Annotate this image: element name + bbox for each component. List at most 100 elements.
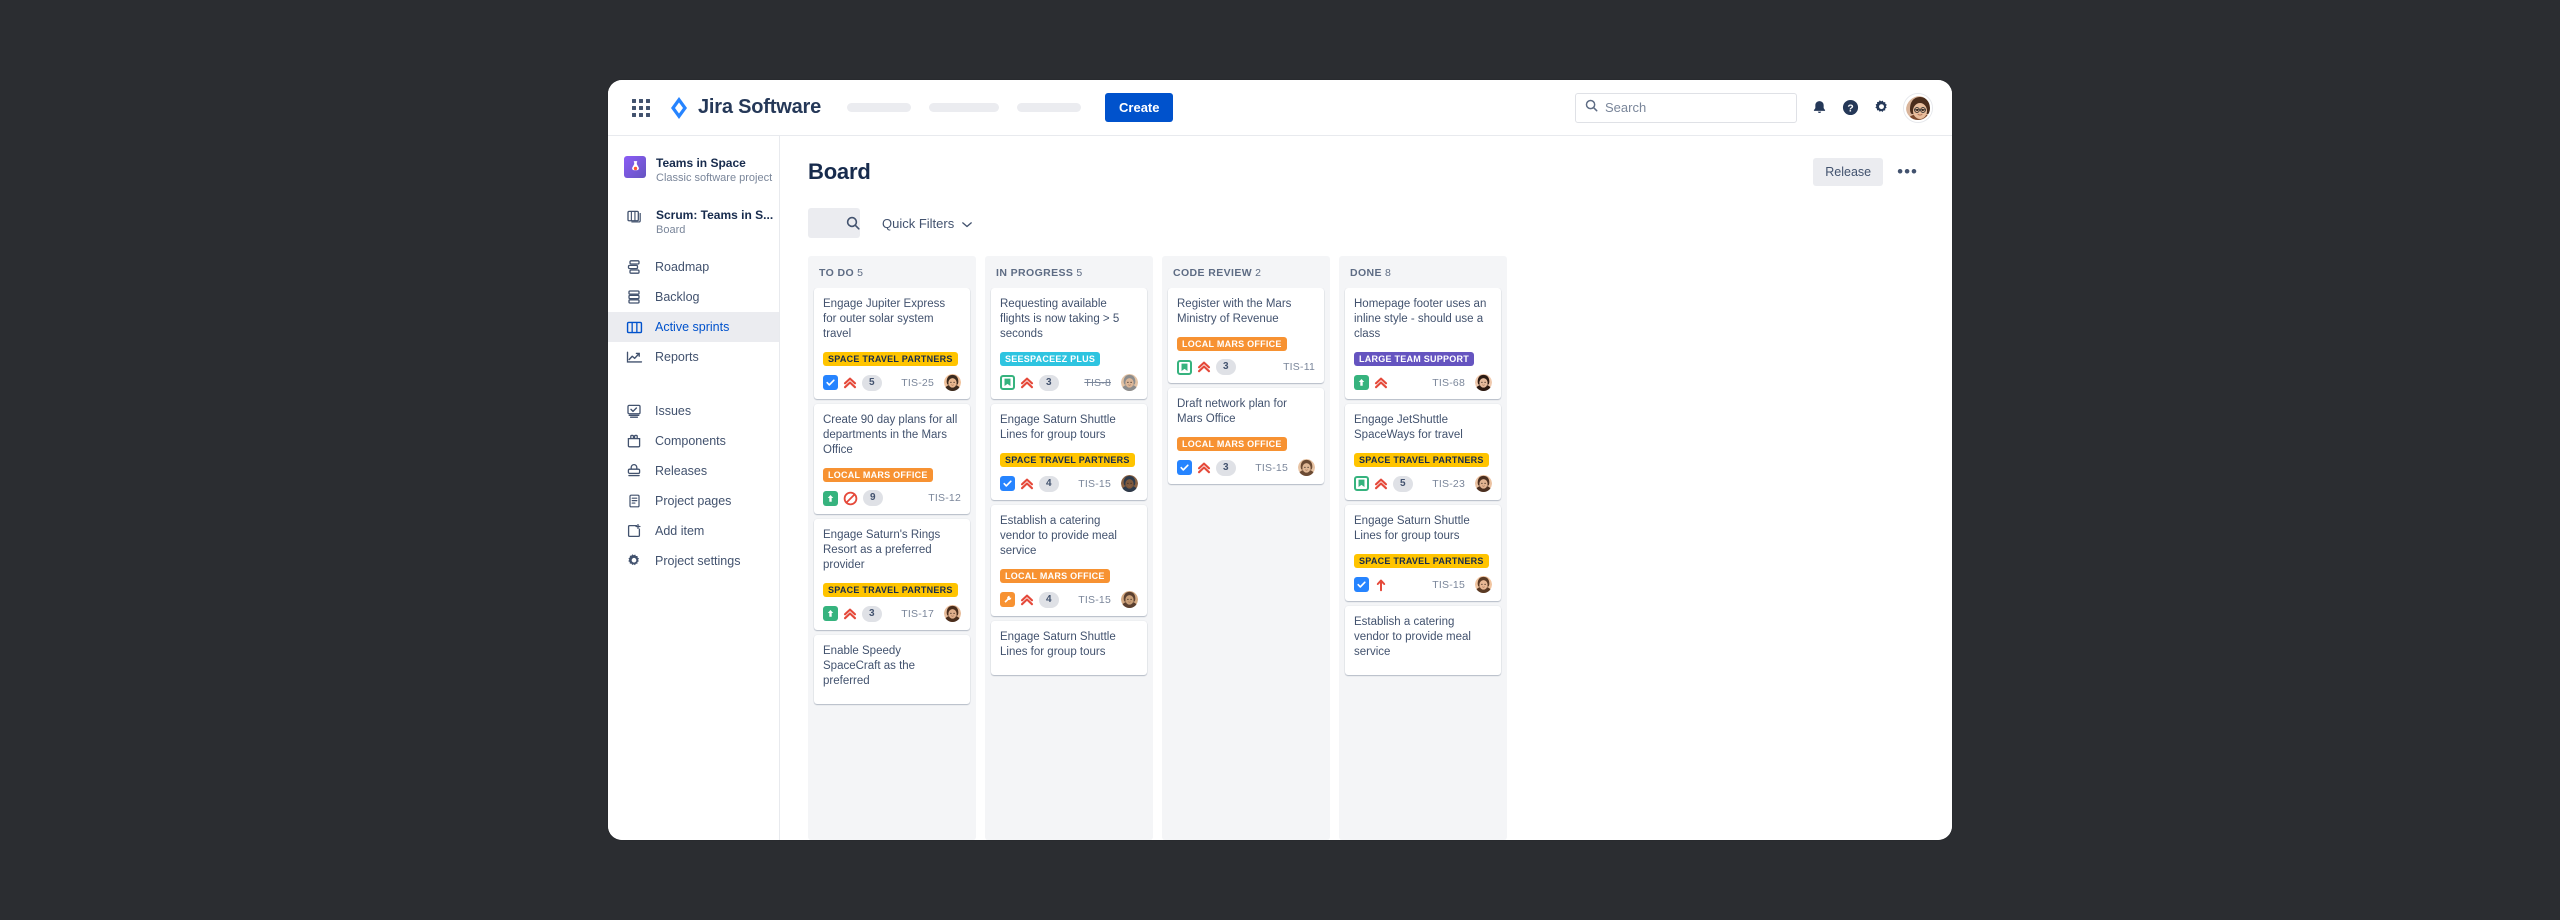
sidebar-board-selector[interactable]: Scrum: Teams in S... Board (608, 198, 779, 248)
bell-icon[interactable] (1811, 99, 1828, 116)
issue-type-story-icon (823, 606, 838, 621)
page-title: Board (808, 159, 871, 184)
card-label-badge: SPACE TRAVEL PARTNERS (823, 583, 958, 597)
card-footer: TIS-68 (1354, 374, 1492, 391)
priority-highest-icon (1020, 376, 1034, 390)
board-card[interactable]: Engage Saturn Shuttle Lines for group to… (991, 404, 1147, 500)
sidebar-item-reports[interactable]: Reports (608, 342, 779, 372)
column-card-list: Requesting available flights is now taki… (985, 288, 1153, 840)
priority-highest-icon (1020, 477, 1034, 491)
nav-right-group: ? (1575, 92, 1932, 123)
board-column: IN PROGRESS 5 Requesting available flights… (985, 256, 1153, 840)
top-navigation-bar: Jira Software Create Search ? (608, 80, 1952, 136)
nav-placeholder-3[interactable] (1017, 103, 1082, 112)
board-name: Scrum: Teams in S... (656, 208, 774, 222)
avatar (1475, 576, 1492, 593)
issue-key[interactable]: TIS-68 (1432, 377, 1465, 389)
column-header: CODE REVIEW 2 (1162, 256, 1330, 288)
issue-key[interactable]: TIS-12 (928, 492, 961, 504)
issue-key[interactable]: TIS-15 (1078, 478, 1111, 490)
avatar (1121, 475, 1138, 492)
story-points-badge: 3 (1039, 374, 1059, 391)
board-card[interactable]: Establish a catering vendor to provide m… (1345, 606, 1501, 675)
project-sidebar: Teams in Space Classic software project … (608, 136, 780, 840)
board-search-input[interactable] (808, 208, 860, 238)
board-card[interactable]: Register with the Mars Ministry of Reven… (1168, 288, 1324, 383)
more-options-button[interactable]: ••• (1889, 163, 1926, 181)
jira-logo-icon (668, 96, 690, 120)
issue-key[interactable]: TIS-25 (901, 377, 934, 389)
sidebar-item-components[interactable]: Components (608, 426, 779, 456)
card-label-badge: LOCAL MARS OFFICE (1177, 437, 1287, 451)
story-points-badge: 3 (1216, 359, 1236, 375)
card-footer: 4 TIS-15 (1000, 475, 1138, 492)
issue-key[interactable]: TIS-15 (1432, 579, 1465, 591)
chevron-down-icon (962, 216, 973, 231)
sidebar-item-project-pages[interactable]: Project pages (608, 486, 779, 516)
board-card[interactable]: Draft network plan for Mars Office LOCAL … (1168, 388, 1324, 484)
gear-icon[interactable] (1873, 99, 1890, 116)
column-header: TO DO 5 (808, 256, 976, 288)
board-card[interactable]: Enable Speedy SpaceCraft as the preferre… (814, 635, 970, 704)
user-avatar[interactable] (1904, 93, 1932, 122)
sidebar-item-roadmap[interactable]: Roadmap (608, 252, 779, 282)
board-card[interactable]: Create 90 day plans for all departments … (814, 404, 970, 514)
card-footer: 5 TIS-25 (823, 374, 961, 391)
column-card-list: Register with the Mars Ministry of Reven… (1162, 288, 1330, 840)
board-meta: Scrum: Teams in S... Board (656, 208, 773, 238)
sidebar-divider (608, 372, 779, 392)
quick-filters-dropdown[interactable]: Quick Filters (882, 216, 973, 231)
issue-key[interactable]: TIS-23 (1432, 478, 1465, 490)
global-search-box[interactable] (1575, 92, 1797, 123)
sidebar-item-label: Backlog (655, 290, 700, 304)
sidebar-project-header[interactable]: Teams in Space Classic software project (608, 150, 779, 192)
priority-highest-icon (1374, 477, 1388, 491)
board-card[interactable]: Engage Saturn Shuttle Lines for group to… (1345, 505, 1501, 601)
story-points-badge: 5 (862, 374, 882, 391)
card-title: Establish a catering vendor to provide m… (1000, 515, 1117, 557)
board-card[interactable]: Engage Saturn's Rings Resort as a prefer… (814, 519, 970, 630)
sidebar-item-add-item[interactable]: Add item (608, 516, 779, 546)
issue-key[interactable]: TIS-11 (1283, 361, 1315, 373)
column-name: DONE (1350, 267, 1382, 279)
priority-highest-icon (1197, 461, 1211, 475)
nav-placeholder-2[interactable] (929, 103, 1000, 112)
sidebar-item-backlog[interactable]: Backlog (608, 282, 779, 312)
card-label-badge: LOCAL MARS OFFICE (1000, 569, 1110, 583)
board-card[interactable]: Homepage footer uses an inline style - s… (1345, 288, 1501, 399)
issue-key[interactable]: TIS-17 (901, 608, 934, 620)
issue-key[interactable]: TIS-8 (1084, 377, 1111, 389)
project-rocket-icon (624, 156, 646, 178)
board-card[interactable]: Requesting available flights is now taki… (991, 288, 1147, 399)
nav-placeholder-1[interactable] (847, 103, 912, 112)
board-card[interactable]: Engage Jupiter Express for outer solar s… (814, 288, 970, 399)
board-card[interactable]: Engage JetShuttle SpaceWays for travel SP… (1345, 404, 1501, 500)
grid-apps-icon[interactable] (630, 97, 652, 119)
project-meta: Teams in Space Classic software project (656, 156, 772, 186)
board-card[interactable]: Engage Saturn Shuttle Lines for group to… (991, 621, 1147, 675)
release-button[interactable]: Release (1813, 158, 1884, 186)
reports-icon (625, 349, 643, 365)
sidebar-item-label: Active sprints (655, 320, 730, 334)
sidebar-item-releases[interactable]: Releases (608, 456, 779, 486)
backlog-icon (625, 289, 643, 305)
sidebar-item-issues[interactable]: Issues (608, 396, 779, 426)
search-input[interactable] (1605, 100, 1787, 115)
help-circle-icon[interactable]: ? (1842, 99, 1859, 116)
project-name: Teams in Space (656, 156, 746, 170)
board-columns: TO DO 5 Engage Jupiter Express for outer s… (808, 256, 1926, 840)
column-name: TO DO (819, 267, 855, 279)
search-icon (1585, 99, 1598, 117)
board-card[interactable]: Establish a catering vendor to provide m… (991, 505, 1147, 616)
sidebar-item-project-settings[interactable]: Project settings (608, 546, 779, 576)
board-column: TO DO 5 Engage Jupiter Express for outer s… (808, 256, 976, 840)
jira-brand-link[interactable]: Jira Software (668, 96, 821, 120)
priority-high-icon (1374, 578, 1388, 592)
issue-key[interactable]: TIS-15 (1078, 594, 1111, 606)
nav-placeholder-group (847, 103, 1082, 112)
sidebar-item-label: Components (655, 434, 726, 448)
sidebar-item-active-sprints[interactable]: Active sprints (608, 312, 779, 342)
issue-type-story-icon (823, 490, 838, 506)
issue-key[interactable]: TIS-15 (1255, 462, 1288, 474)
create-button[interactable]: Create (1105, 93, 1174, 122)
